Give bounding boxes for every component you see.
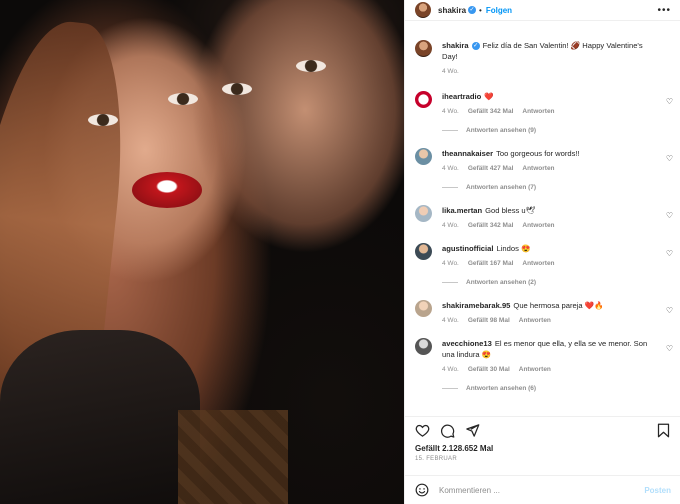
view-replies-button[interactable]: Antworten ansehen (9) bbox=[442, 127, 657, 134]
photo-eye bbox=[88, 114, 118, 126]
commenter-avatar[interactable] bbox=[415, 91, 432, 108]
comment-item: lika.mertan God bless u🕊 ♡ 4 Wo. Gefällt … bbox=[405, 205, 680, 229]
comment-time: 4 Wo. bbox=[442, 317, 459, 324]
photo-bag bbox=[178, 410, 288, 504]
emoji-smiley-icon[interactable] bbox=[415, 483, 429, 497]
comment-username[interactable]: lika.mertan bbox=[442, 206, 482, 215]
photo-eye bbox=[168, 93, 198, 105]
view-replies-button[interactable]: Antworten ansehen (2) bbox=[442, 279, 657, 286]
like-comment-heart-icon[interactable]: ♡ bbox=[666, 249, 673, 258]
comment-time: 4 Wo. bbox=[442, 260, 459, 267]
comment-item: agustinofficial Lindos 😍 ♡ 4 Wo. Gefällt … bbox=[405, 243, 680, 286]
view-replies-button[interactable]: Antworten ansehen (7) bbox=[442, 184, 657, 191]
author-avatar[interactable] bbox=[415, 40, 432, 57]
post-date: 15. FEBRUAR bbox=[415, 456, 457, 462]
comment-input[interactable] bbox=[437, 484, 645, 496]
comment-likes[interactable]: Gefällt 342 Mal bbox=[468, 222, 514, 229]
comment-text: ❤️ bbox=[484, 92, 494, 101]
comment-username[interactable]: iheartradio bbox=[442, 92, 481, 101]
comment-text: Lindos 😍 bbox=[496, 244, 531, 253]
comment-item: shakiramebarak.95 Que hermosa pareja ❤️🔥 … bbox=[405, 300, 680, 324]
separator-dot: • bbox=[479, 5, 482, 15]
commenter-avatar[interactable] bbox=[415, 243, 432, 260]
commenter-avatar[interactable] bbox=[415, 338, 432, 355]
comment-likes[interactable]: Gefällt 342 Mal bbox=[468, 108, 514, 115]
comment-username[interactable]: avecchione13 bbox=[442, 339, 492, 348]
caption: shakira ✓ Feliz día de San Valentin! 🏈 Hap… bbox=[405, 40, 680, 75]
comment-composer: Posten bbox=[405, 475, 680, 504]
reply-button[interactable]: Antworten bbox=[522, 165, 554, 172]
more-options-icon[interactable]: ••• bbox=[657, 5, 671, 16]
verified-badge-icon: ✓ bbox=[468, 6, 477, 14]
caption-time: 4 Wo. bbox=[442, 68, 459, 75]
comment-icon[interactable] bbox=[440, 423, 455, 438]
comment-likes[interactable]: Gefällt 30 Mal bbox=[468, 366, 510, 373]
post-side-panel: shakira ✓ • Folgen ••• shakira ✓ Feliz día… bbox=[404, 0, 680, 504]
comment-username[interactable]: theannakaiser bbox=[442, 149, 493, 158]
comment-text: God bless u🕊 bbox=[485, 206, 536, 215]
post-header: shakira ✓ • Folgen ••• bbox=[405, 0, 680, 21]
commenter-avatar[interactable] bbox=[415, 205, 432, 222]
reply-button[interactable]: Antworten bbox=[522, 260, 554, 267]
author-username[interactable]: shakira bbox=[438, 6, 466, 15]
comment-username[interactable]: shakiramebarak.95 bbox=[442, 301, 510, 310]
reply-button[interactable]: Antworten bbox=[522, 222, 554, 229]
reply-button[interactable]: Antworten bbox=[519, 366, 551, 373]
comment-likes[interactable]: Gefällt 167 Mal bbox=[468, 260, 514, 267]
like-heart-icon[interactable] bbox=[415, 423, 430, 438]
comment-item: theannakaiser Too gorgeous for words!! ♡ … bbox=[405, 148, 680, 191]
comment-time: 4 Wo. bbox=[442, 108, 459, 115]
like-comment-heart-icon[interactable]: ♡ bbox=[666, 306, 673, 315]
comment-text: Que hermosa pareja ❤️🔥 bbox=[513, 301, 604, 310]
reply-button[interactable]: Antworten bbox=[519, 317, 551, 324]
share-send-icon[interactable] bbox=[465, 423, 480, 438]
author-avatar[interactable] bbox=[415, 2, 431, 18]
comment-username[interactable]: agustinofficial bbox=[442, 244, 493, 253]
caption-username[interactable]: shakira bbox=[442, 41, 469, 50]
post-like-count[interactable]: Gefällt 2.128.652 Mal bbox=[405, 438, 680, 453]
verified-badge-icon: ✓ bbox=[471, 42, 480, 50]
photo-lips bbox=[132, 172, 202, 208]
comment-likes[interactable]: Gefällt 427 Mal bbox=[468, 165, 514, 172]
view-replies-button[interactable]: Antworten ansehen (6) bbox=[442, 385, 657, 392]
comments-list[interactable]: shakira ✓ Feliz día de San Valentin! 🏈 Hap… bbox=[405, 28, 680, 412]
like-comment-heart-icon[interactable]: ♡ bbox=[666, 211, 673, 220]
like-comment-heart-icon[interactable]: ♡ bbox=[666, 154, 673, 163]
instagram-post-view: shakira ✓ • Folgen ••• shakira ✓ Feliz día… bbox=[0, 0, 680, 504]
photo-eye bbox=[222, 83, 252, 95]
like-comment-heart-icon[interactable]: ♡ bbox=[666, 97, 673, 106]
comment-likes[interactable]: Gefällt 98 Mal bbox=[468, 317, 510, 324]
follow-button[interactable]: Folgen bbox=[486, 6, 512, 15]
comment-time: 4 Wo. bbox=[442, 165, 459, 172]
comment-item: avecchione13 El es menor que ella, y ella… bbox=[405, 338, 680, 392]
photo-jacket bbox=[0, 330, 200, 504]
comment-time: 4 Wo. bbox=[442, 222, 459, 229]
like-comment-heart-icon[interactable]: ♡ bbox=[666, 344, 673, 353]
commenter-avatar[interactable] bbox=[415, 148, 432, 165]
reply-button[interactable]: Antworten bbox=[522, 108, 554, 115]
bookmark-save-icon[interactable] bbox=[656, 423, 671, 438]
photo-eye bbox=[296, 60, 326, 72]
post-comment-button[interactable]: Posten bbox=[644, 486, 671, 495]
post-photo[interactable] bbox=[0, 0, 404, 504]
comment-item: iheartradio ❤️ ♡ 4 Wo. Gefällt 342 Mal An… bbox=[405, 91, 680, 134]
action-icons bbox=[405, 417, 680, 438]
commenter-avatar[interactable] bbox=[415, 300, 432, 317]
comment-text: Too gorgeous for words!! bbox=[496, 149, 580, 158]
comment-time: 4 Wo. bbox=[442, 366, 459, 373]
